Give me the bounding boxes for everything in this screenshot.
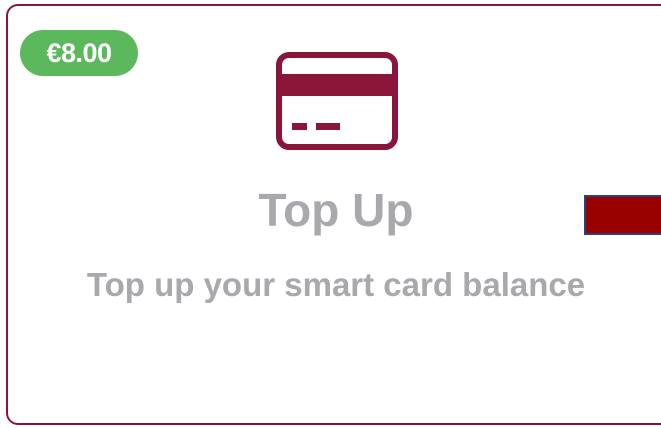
edge-button[interactable] — [584, 195, 661, 235]
card-subtitle: Top up your smart card balance — [86, 266, 586, 303]
card-title: Top Up — [258, 184, 414, 236]
credit-card-icon — [276, 52, 398, 150]
price-badge: €8.00 — [20, 30, 138, 76]
